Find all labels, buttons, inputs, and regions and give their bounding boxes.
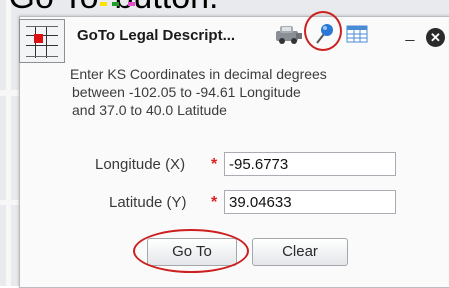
vehicle-icon[interactable]: [274, 23, 304, 45]
caption-text: 'Go To' button.: [2, 0, 219, 17]
dialog-titlebar[interactable]: GoTo Legal Descript... _ ✕: [20, 11, 449, 51]
minimize-button[interactable]: _: [402, 23, 418, 43]
map-marker: [128, 2, 135, 6]
table-icon[interactable]: [346, 25, 368, 43]
clear-button[interactable]: Clear: [252, 238, 348, 266]
map-road: [6, 0, 11, 286]
instruction-line: Enter KS Coordinates in decimal degrees: [70, 66, 327, 82]
township-grid-icon: [19, 19, 65, 63]
map-marker: [112, 2, 119, 6]
annotation-circle: [304, 11, 342, 51]
required-marker: *: [211, 194, 218, 211]
close-button[interactable]: ✕: [426, 28, 445, 47]
longitude-input[interactable]: [224, 152, 396, 176]
goto-legal-description-dialog: GoTo Legal Descript... _ ✕ Enter KS Coor…: [19, 11, 449, 288]
annotation-circle: [133, 229, 249, 273]
instruction-line: between -102.05 to -94.61 Longitude: [72, 84, 301, 100]
required-marker: *: [211, 156, 218, 173]
instructions-text: Enter KS Coordinates in decimal degrees …: [70, 65, 440, 119]
longitude-label: Longitude (X): [95, 156, 186, 173]
instruction-line: and 37.0 to 40.0 Latitude: [72, 102, 227, 118]
latitude-label: Latitude (Y): [109, 194, 187, 211]
dialog-title: GoTo Legal Descript...: [77, 27, 236, 44]
map-marker: [100, 2, 107, 6]
latitude-input[interactable]: [224, 190, 396, 214]
